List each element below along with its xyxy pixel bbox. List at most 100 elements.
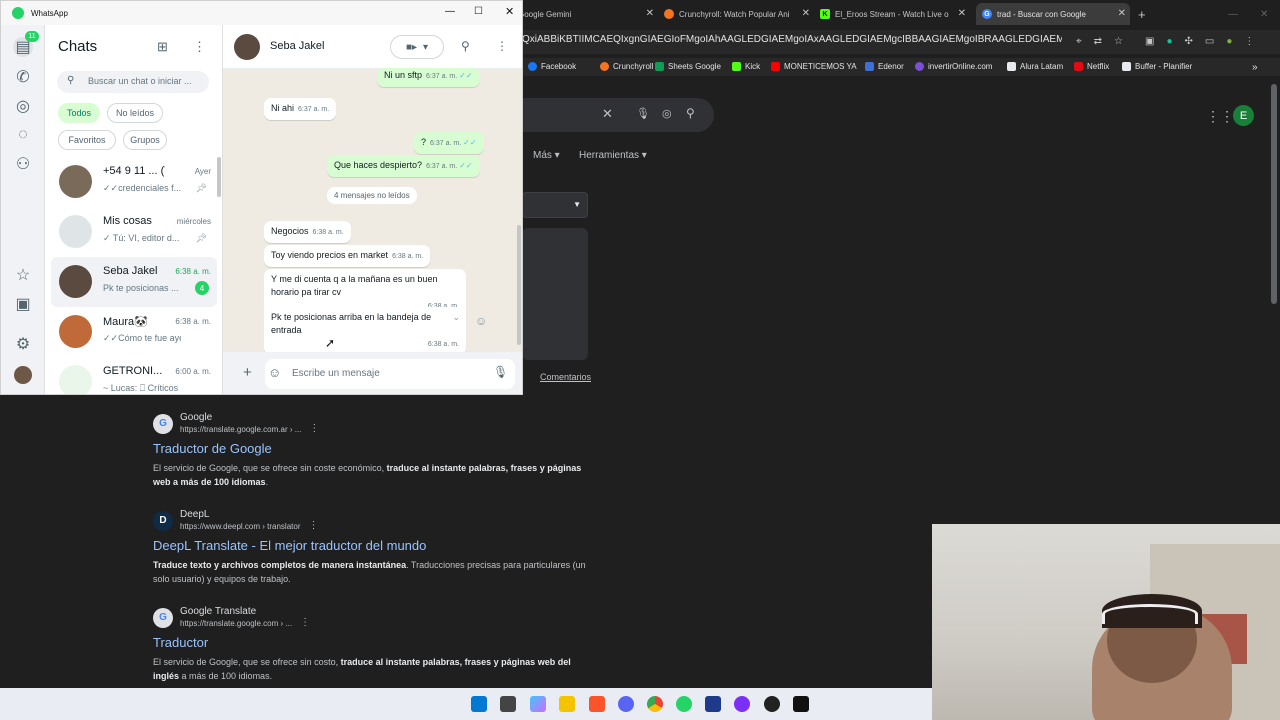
file-explorer-icon[interactable] — [500, 696, 516, 712]
contact-name[interactable]: Seba Jakel — [270, 40, 324, 52]
message-outgoing[interactable]: Que haces despierto? 6:37 a. m. ✓✓ — [327, 155, 480, 177]
more-bookmarks-icon[interactable]: » — [1252, 62, 1258, 73]
more-menu[interactable]: Más ▾ — [533, 150, 560, 161]
minimize-icon[interactable]: — — [1228, 3, 1240, 25]
attach-plus-icon[interactable]: + — [243, 364, 252, 381]
close-icon[interactable]: ✕ — [505, 5, 514, 18]
visual-studio-icon[interactable] — [705, 696, 721, 712]
starred-icon[interactable]: ☆ — [13, 265, 33, 285]
bookmark-sheets[interactable]: Sheets Google — [655, 62, 721, 71]
discord-icon[interactable] — [618, 696, 634, 712]
windows-start-icon[interactable] — [471, 696, 487, 712]
message-outgoing[interactable]: ? 6:37 a. m. ✓✓ — [414, 132, 484, 154]
emoji-react-icon[interactable]: ☺ — [475, 314, 487, 328]
chat-item-self[interactable]: +54 9 11 ... (Tú) Ayer ✓✓credenciales f.… — [51, 157, 217, 207]
bookmark-kick[interactable]: Kick — [732, 62, 760, 71]
copilot-icon[interactable] — [530, 696, 546, 712]
sidepanel-icon[interactable]: ▭ — [1205, 36, 1214, 47]
filter-dropdown[interactable]: ▼ — [522, 192, 588, 218]
search-icon[interactable]: ⚲ — [461, 39, 470, 53]
chat-item-mis-cosas[interactable]: Mis cosas miércoles ✓ Tú: VI, editor d..… — [51, 207, 217, 257]
bookmark-edenor[interactable]: Edenor — [865, 62, 904, 71]
menu-icon[interactable]: ⋮ — [193, 39, 206, 55]
tab-gemini[interactable]: Google Gemini ✕ — [518, 3, 658, 25]
clear-icon[interactable]: ✕ — [602, 106, 613, 122]
calls-icon[interactable]: ✆ — [13, 67, 33, 87]
search-input[interactable]: ⚲ Buscar un chat o iniciar ... — [57, 71, 209, 93]
message-incoming[interactable]: Toy viendo precios en market 6:38 a. m. — [264, 245, 431, 267]
chat-item-getronics[interactable]: GETRONI... 6:00 a. m. ~ Lucas: ⎕ Crítico… — [51, 357, 217, 394]
extension-icon[interactable]: ▣ — [1145, 36, 1154, 47]
close-icon[interactable]: ✕ — [646, 8, 654, 19]
new-tab-button[interactable]: + — [1138, 3, 1152, 25]
message-incoming[interactable]: Negocios 6:38 a. m. — [264, 221, 351, 243]
avatar[interactable]: E — [1233, 105, 1254, 126]
bookmark-moneticemos[interactable]: MONETICEMOS YA — [771, 62, 857, 71]
communities-icon[interactable]: ⚇ — [13, 154, 33, 174]
translate-icon[interactable]: ⇄ — [1094, 36, 1102, 47]
result-title-link[interactable]: Traductor — [153, 635, 593, 650]
filter-grupos[interactable]: Grupos — [123, 130, 167, 150]
channels-icon[interactable]: ◌ — [13, 125, 33, 145]
url-text[interactable]: QxiABBiKBTIIMCAEQIxgnGIAEGIoFMgoIAhAAGLE… — [522, 34, 1062, 45]
menu-icon[interactable]: ⋮ — [1244, 36, 1254, 47]
lens-icon[interactable]: ◎ — [662, 107, 672, 120]
search-box[interactable]: ✕ 🎙 ◎ ⚲ — [522, 98, 714, 132]
bookmark-alura[interactable]: Alura Latam — [1007, 62, 1063, 71]
bookmark-invertironline[interactable]: invertirOnline.com — [915, 62, 992, 71]
mic-icon[interactable]: 🎙 — [493, 365, 508, 379]
feedback-link[interactable]: Comentarios — [540, 372, 591, 382]
close-icon[interactable]: ✕ — [958, 8, 966, 19]
maximize-icon[interactable]: ☐ — [474, 6, 483, 17]
settings-icon[interactable]: ⚙ — [13, 334, 33, 354]
more-options-icon[interactable]: ⋮ — [300, 617, 310, 628]
filter-todos[interactable]: Todos — [58, 103, 100, 123]
filter-favoritos[interactable]: Favoritos — [58, 130, 116, 150]
grammarly-icon[interactable]: ● — [1166, 36, 1172, 47]
more-options-icon[interactable]: ⋮ — [309, 520, 319, 531]
tab-google-search[interactable]: G trad - Buscar con Google ✕ — [976, 3, 1130, 25]
bookmark-netflix[interactable]: Netflix — [1074, 62, 1109, 71]
tab-crunchyroll[interactable]: Crunchyroll: Watch Popular Ani ✕ — [664, 3, 814, 25]
obs-icon[interactable] — [764, 696, 780, 712]
media-icon[interactable]: ▣ — [13, 294, 33, 314]
bookmark-buffer[interactable]: Buffer - Planifier — [1122, 62, 1192, 71]
bookmark-facebook[interactable]: Facebook — [528, 62, 576, 71]
message-incoming[interactable]: Ni ahi 6:37 a. m. — [264, 98, 337, 120]
mic-icon[interactable]: 🎙 — [636, 107, 650, 120]
tools-menu[interactable]: Herramientas ▾ — [579, 150, 647, 161]
page-scrollbar[interactable] — [1271, 84, 1277, 304]
app-icon[interactable] — [734, 696, 750, 712]
puzzle-icon[interactable]: ✣ — [1185, 36, 1193, 47]
chrome-icon[interactable] — [647, 696, 663, 712]
chat-item-seba-jakel[interactable]: Seba Jakel 6:38 a. m. Pk te posicionas .… — [51, 257, 217, 307]
profile-icon[interactable]: ● — [1226, 36, 1232, 47]
whatsapp-icon[interactable] — [676, 696, 692, 712]
conversation-scrollbar[interactable] — [517, 225, 521, 345]
star-icon[interactable]: ☆ — [1114, 36, 1123, 47]
bookmark-crunchyroll[interactable]: Crunchyroll — [600, 62, 653, 71]
close-icon[interactable]: ✕ — [802, 8, 810, 19]
message-incoming[interactable]: Pk te posicionas arriba en la bandeja de… — [264, 307, 466, 355]
contact-avatar[interactable] — [234, 34, 260, 60]
status-icon[interactable]: ◎ — [13, 96, 33, 116]
location-icon[interactable]: ⌖ — [1076, 36, 1082, 47]
result-title-link[interactable]: DeepL Translate - El mejor traductor del… — [153, 538, 593, 553]
new-chat-icon[interactable]: ⊞ — [157, 39, 168, 55]
filter-no-leidos[interactable]: No leídos — [107, 103, 163, 123]
brave-icon[interactable] — [589, 696, 605, 712]
folder-icon[interactable] — [559, 696, 575, 712]
chevron-down-icon[interactable]: ⌄ — [452, 311, 460, 324]
search-icon[interactable]: ⚲ — [686, 106, 695, 120]
close-icon[interactable]: ✕ — [1118, 8, 1126, 19]
video-call-button[interactable]: ■▸ ▾ — [390, 35, 444, 59]
sticker-icon[interactable]: ☺ — [268, 365, 281, 380]
more-options-icon[interactable]: ⋮ — [309, 423, 319, 434]
result-title-link[interactable]: Traductor de Google — [153, 441, 593, 456]
message-outgoing[interactable]: Ni un sftp 6:37 a. m. ✓✓ — [377, 68, 480, 87]
profile-avatar[interactable] — [14, 366, 32, 384]
close-window-icon[interactable]: ✕ — [1260, 3, 1272, 25]
message-input[interactable]: ☺ Escribe un mensaje 🎙 — [265, 359, 515, 389]
menu-icon[interactable]: ⋮ — [496, 39, 508, 53]
tab-kick[interactable]: K El_Eroos Stream - Watch Live o ✕ — [820, 3, 970, 25]
